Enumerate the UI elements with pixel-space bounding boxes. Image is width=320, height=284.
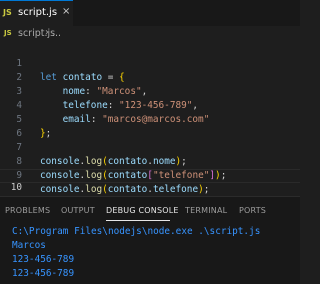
code-line-current: 10 (0, 169, 300, 193)
console-output-line: C:\Program Files\nodejs\node.exe .\scrip… (12, 226, 261, 237)
javascript-file-icon: JS (4, 29, 12, 37)
semicolon: ; (203, 184, 210, 195)
tab-debug-console[interactable]: DEBUG CONSOLE (106, 206, 179, 215)
console-output-line: 123-456-789 (12, 268, 75, 279)
code-editor[interactable]: 1 let contato = { 2 nome: "Marcos", 3 te… (0, 43, 300, 195)
tab-ports[interactable]: PORTS (239, 206, 266, 215)
object: console (40, 184, 80, 195)
chevron-right-icon: › (45, 27, 49, 38)
argument: contato (107, 184, 148, 195)
tab-terminal[interactable]: TERMINAL (185, 206, 227, 215)
code-line: 4 email: "marcos@marcos.com" (0, 85, 300, 125)
code-line: 2 nome: "Marcos", (0, 57, 300, 97)
tab-label: script.js (18, 7, 58, 18)
editor-tab-bar: JS script.js × (0, 0, 300, 26)
javascript-file-icon: JS (3, 8, 12, 17)
close-icon[interactable]: × (62, 6, 70, 17)
breadcrumb: JS script.js › ... (0, 26, 300, 42)
code-line: 9 console.log(contato.telefone); (0, 155, 300, 195)
code-line: 3 telefone: "123-456-789", (0, 71, 300, 111)
console-output-line: 123-456-789 (12, 254, 75, 265)
code-line: 5 }; (0, 99, 300, 139)
line-number: 10 (10, 182, 22, 193)
console-output-line: Marcos (12, 240, 46, 251)
breadcrumb-more[interactable]: ... (52, 28, 61, 39)
tab-script-js[interactable]: JS script.js × (0, 0, 73, 26)
breadcrumb-file[interactable]: script.js (18, 28, 55, 39)
function: log (85, 184, 103, 195)
bottom-panel: PROBLEMS OUTPUT DEBUG CONSOLE TERMINAL P… (0, 196, 300, 284)
tab-output[interactable]: OUTPUT (61, 206, 95, 215)
code-line: 1 let contato = { (0, 43, 300, 83)
active-tab-indicator (106, 220, 170, 221)
tab-problems[interactable]: PROBLEMS (5, 206, 50, 215)
code-line: 7 console.log(contato.nome); (0, 127, 300, 167)
property: telefone (152, 184, 199, 195)
code-line: 6 (0, 113, 300, 139)
code-line: 8 console.log(contato["telefone"]); (0, 141, 300, 181)
